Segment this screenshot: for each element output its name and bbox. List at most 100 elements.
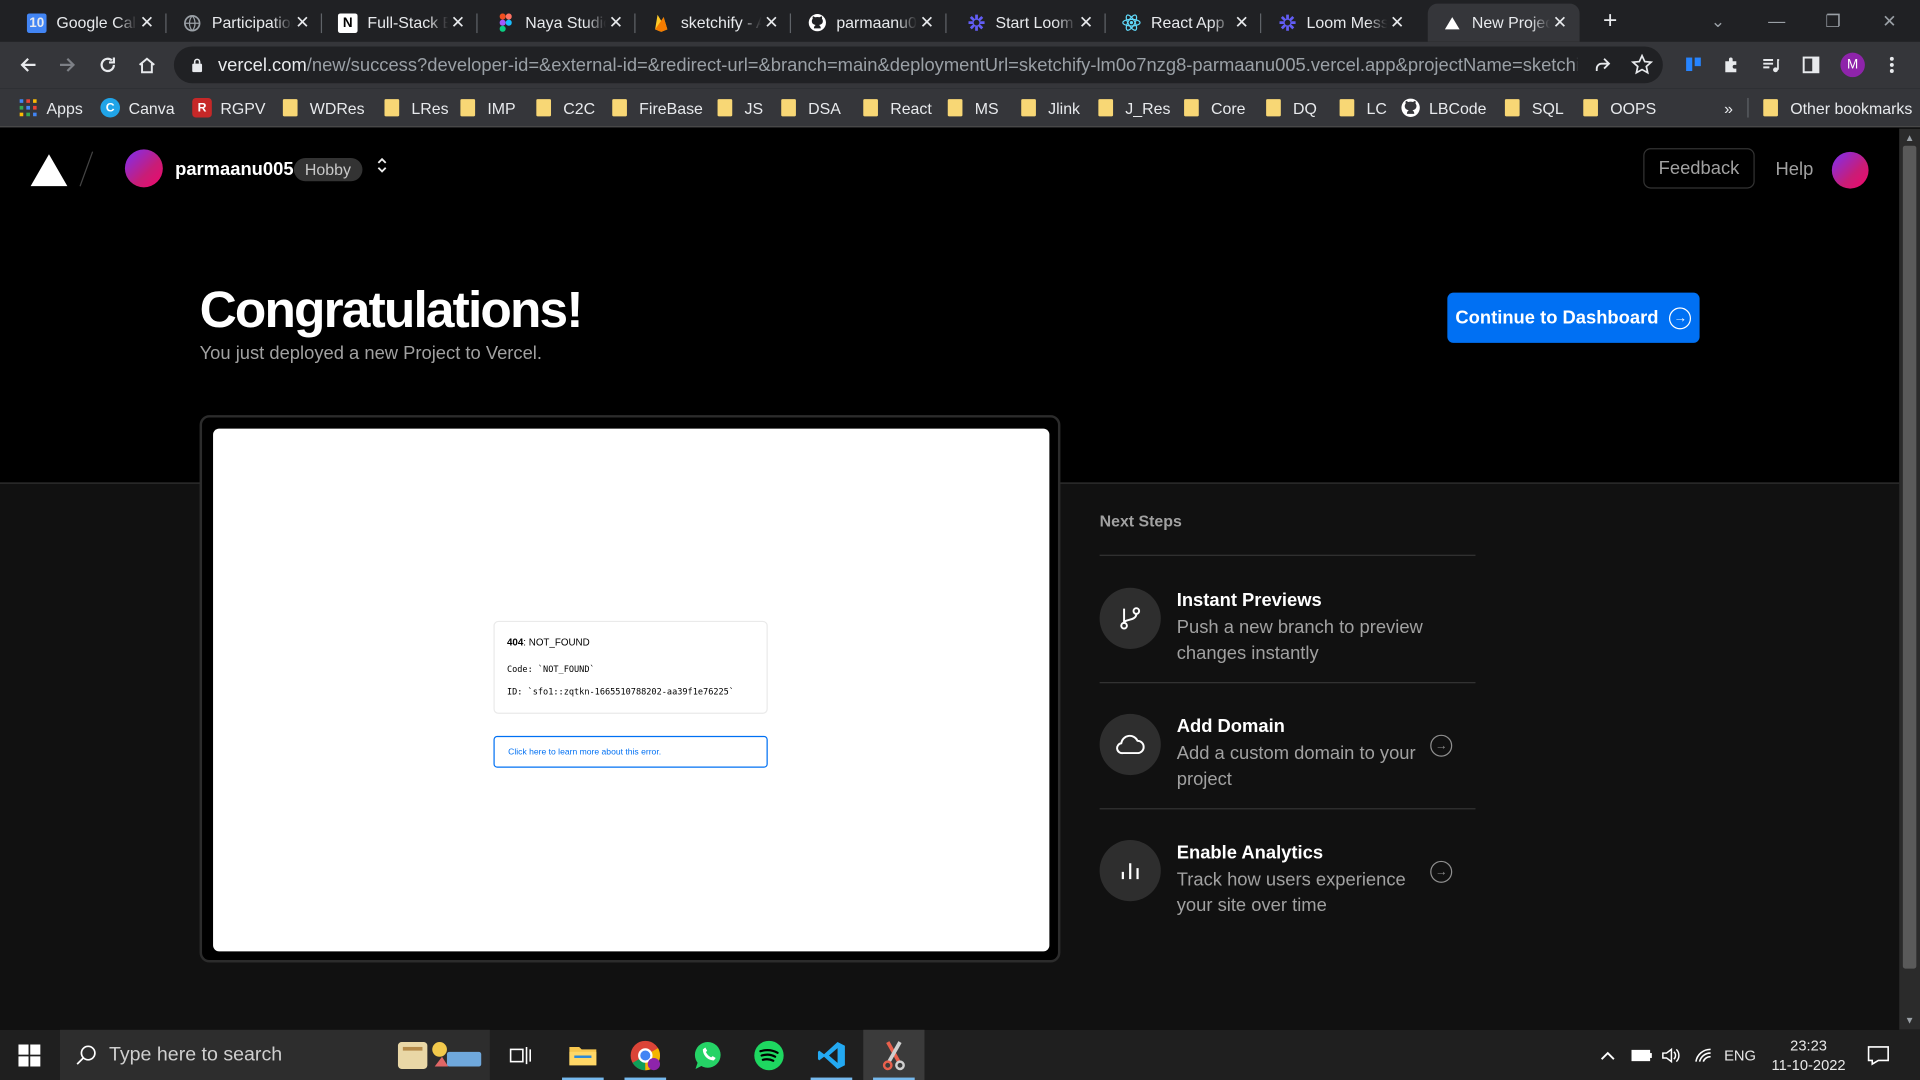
more-bookmarks-button[interactable]: » — [1724, 96, 1733, 120]
minimize-icon[interactable]: — — [1749, 0, 1805, 42]
bookmark-star-button[interactable] — [1626, 47, 1658, 84]
browser-tab[interactable]: React App ✕ — [1107, 4, 1262, 42]
close-tab-icon[interactable]: ✕ — [137, 12, 157, 33]
show-hidden-icons-button[interactable] — [1599, 1030, 1616, 1080]
scroll-up-icon[interactable]: ▲ — [1899, 132, 1920, 143]
close-tab-icon[interactable]: ✕ — [762, 12, 782, 33]
bookmark-firebase[interactable]: FireBase — [612, 96, 703, 120]
home-button[interactable] — [129, 47, 166, 84]
clock[interactable]: 23:23 11-10-2022 — [1768, 1030, 1849, 1080]
browser-tab[interactable]: New Project ✕ — [1427, 3, 1580, 42]
media-control-button[interactable] — [1755, 47, 1787, 84]
bookmark-dq[interactable]: DQ — [1266, 96, 1317, 120]
close-tab-icon[interactable]: ✕ — [1550, 12, 1570, 33]
profile-button[interactable]: M — [1837, 47, 1869, 84]
close-tab-icon[interactable]: ✕ — [1076, 12, 1096, 33]
user-avatar[interactable] — [1831, 151, 1869, 189]
bookmark-react[interactable]: React — [863, 96, 932, 120]
bookmark-rgpv[interactable]: R RGPV — [192, 96, 266, 120]
page-scrollbar[interactable]: ▲ ▼ — [1899, 128, 1920, 1030]
bookmark-sql[interactable]: SQL — [1504, 96, 1564, 120]
team-name[interactable]: parmaanu005 — [175, 159, 293, 180]
volume-button[interactable] — [1660, 1030, 1682, 1080]
team-switcher-button[interactable] — [375, 156, 390, 178]
side-panel-button[interactable] — [1795, 47, 1827, 84]
continue-to-dashboard-button[interactable]: Continue to Dashboard → — [1447, 292, 1700, 343]
start-button[interactable] — [0, 1030, 59, 1080]
error-learn-more-link[interactable]: Click here to learn more about this erro… — [493, 735, 768, 768]
bookmark-dsa[interactable]: DSA — [781, 96, 841, 120]
browser-tab[interactable]: Loom Message✕ — [1262, 4, 1416, 42]
extensions-button[interactable] — [1716, 47, 1748, 84]
restore-icon[interactable]: ❐ — [1805, 0, 1861, 42]
file-explorer-button[interactable] — [552, 1030, 613, 1080]
next-step-instant-previews[interactable]: Instant Previews Push a new branch to pr… — [1099, 587, 1476, 698]
close-tab-icon[interactable]: ✕ — [1232, 12, 1252, 33]
share-button[interactable] — [1587, 47, 1619, 84]
battery-button[interactable] — [1631, 1030, 1653, 1080]
next-step-add-domain[interactable]: Add Domain Add a custom domain to your p… — [1099, 713, 1476, 824]
bookmark-core[interactable]: Core — [1184, 96, 1246, 120]
arrow-right-circle-icon[interactable]: → — [1430, 734, 1453, 757]
bookmark-wdres[interactable]: WDRes — [282, 96, 365, 120]
taskbar-search-box[interactable]: Type here to search — [60, 1029, 490, 1080]
bookmark-jlink[interactable]: Jlink — [1021, 96, 1080, 120]
arrow-right-circle-icon[interactable]: → — [1430, 860, 1453, 883]
browser-menu-button[interactable] — [1876, 47, 1908, 84]
close-window-icon[interactable]: ✕ — [1861, 0, 1917, 42]
bookmark-lres[interactable]: LRes — [384, 96, 449, 120]
team-avatar[interactable] — [124, 149, 163, 188]
tab-search-icon[interactable]: ⌄ — [1690, 0, 1746, 42]
feedback-button[interactable]: Feedback — [1643, 148, 1755, 189]
scrollbar-thumb[interactable] — [1902, 145, 1917, 969]
close-tab-icon[interactable]: ✕ — [448, 12, 468, 33]
bookmark-js[interactable]: JS — [717, 96, 763, 120]
spotify-button[interactable] — [738, 1030, 799, 1080]
vscode-button[interactable] — [801, 1030, 862, 1080]
bookmark-ms[interactable]: MS — [947, 96, 999, 120]
task-view-button[interactable] — [490, 1030, 551, 1080]
wifi-button[interactable] — [1693, 1030, 1713, 1080]
chevron-up-down-icon — [377, 157, 387, 173]
browser-tab[interactable]: Start Loom ✕ — [951, 4, 1106, 42]
step-title: Enable Analytics — [1176, 842, 1324, 864]
bookmark-lc[interactable]: LC — [1339, 96, 1387, 120]
bookmark-oops[interactable]: OOPS — [1583, 96, 1656, 120]
whatsapp-button[interactable] — [677, 1030, 738, 1080]
address-bar[interactable]: vercel.com/new/success?developer-id=&ext… — [173, 46, 1663, 84]
close-tab-icon[interactable]: ✕ — [917, 12, 937, 33]
close-tab-icon[interactable]: ✕ — [606, 12, 626, 33]
new-tab-icon[interactable]: + — [1583, 0, 1637, 42]
browser-tab[interactable]: Participation ✕ — [168, 4, 323, 42]
browser-tab[interactable]: Naya Studio ✕ — [481, 4, 636, 42]
lbcode-icon — [1401, 98, 1421, 118]
deployment-preview[interactable]: 404: NOT_FOUND Code: `NOT_FOUND` ID: `sf… — [199, 415, 1061, 963]
bookmark-imp[interactable]: IMP — [460, 96, 516, 120]
chrome-button[interactable] — [615, 1030, 676, 1080]
browser-tab[interactable]: N Full-Stack Engineer✕ — [323, 4, 478, 42]
back-button[interactable] — [10, 47, 47, 84]
bookmark-apps[interactable]: Apps — [18, 96, 83, 120]
vercel-logo-icon[interactable] — [30, 154, 68, 187]
notification-icon — [1867, 1045, 1889, 1065]
help-link[interactable]: Help — [1776, 159, 1814, 180]
other-bookmarks-folder[interactable]: Other bookmarks — [1763, 96, 1912, 120]
browser-tab[interactable]: sketchify - Authentication✕ — [637, 4, 792, 42]
bookmark-c2c[interactable]: C2C — [536, 96, 595, 120]
scroll-down-icon[interactable]: ▼ — [1899, 1015, 1920, 1026]
trello-extension-button[interactable] — [1678, 47, 1710, 84]
close-tab-icon[interactable]: ✕ — [293, 12, 313, 33]
snipping-tool-button[interactable] — [863, 1029, 925, 1080]
language-indicator[interactable]: ENG — [1724, 1030, 1756, 1080]
next-step-enable-analytics[interactable]: Enable Analytics Track how users experie… — [1099, 840, 1476, 950]
close-tab-icon[interactable]: ✕ — [1387, 12, 1407, 33]
forward-button[interactable] — [49, 47, 86, 84]
browser-tab[interactable]: parmaanu005✕ — [792, 4, 947, 42]
notification-center-button[interactable] — [1866, 1030, 1890, 1080]
reload-button[interactable] — [89, 47, 126, 84]
bookmark-canva[interactable]: C Canva — [100, 96, 175, 120]
bookmark-lbcode[interactable]: LBCode — [1401, 96, 1487, 120]
bookmark-j-res[interactable]: J_Res — [1098, 96, 1170, 120]
browser-tab[interactable]: 10 Google Calendar✕ — [12, 4, 167, 42]
bookmark-label: LBCode — [1428, 98, 1487, 117]
